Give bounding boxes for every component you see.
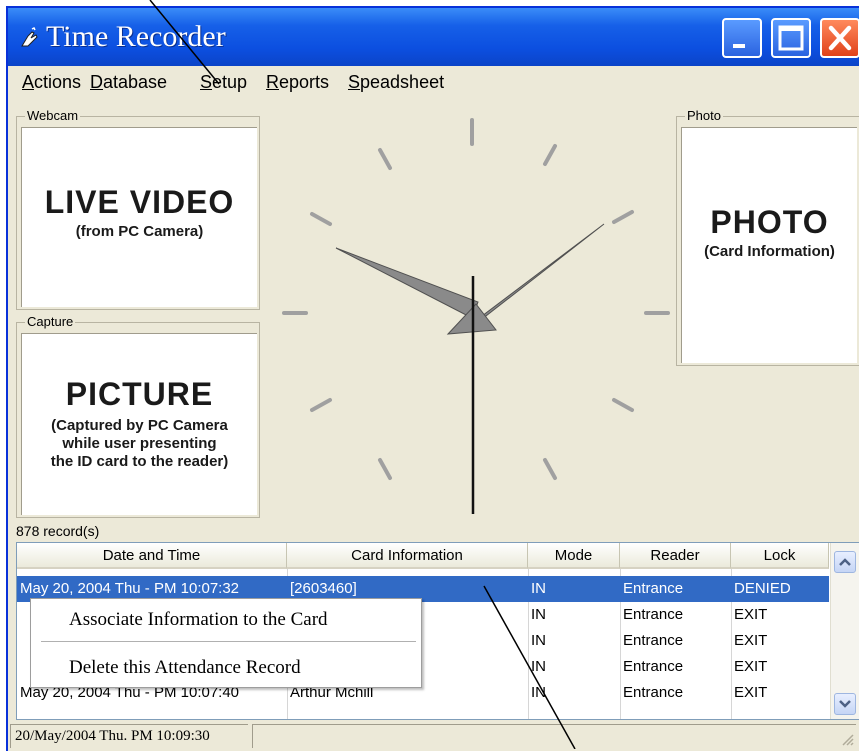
clock-ticks bbox=[282, 118, 670, 480]
menu-reports-mnemonic: R bbox=[266, 72, 279, 92]
menu-actions-rest: ctions bbox=[34, 72, 82, 92]
capture-sublabel-3: the ID card to the reader) bbox=[50, 453, 229, 470]
menu-speadsheet[interactable]: Speadsheet bbox=[348, 72, 444, 93]
close-button[interactable] bbox=[820, 18, 859, 58]
cell-lock: EXIT bbox=[734, 684, 768, 701]
column-reader[interactable]: Reader bbox=[620, 543, 731, 569]
chevron-down-icon bbox=[839, 700, 851, 708]
close-icon bbox=[828, 25, 852, 51]
capture-sublabel-2: while user presenting bbox=[62, 435, 217, 452]
resize-grip-icon[interactable] bbox=[840, 732, 854, 746]
webcam-sublabel: (from PC Camera) bbox=[75, 223, 204, 240]
menu-reports[interactable]: Reports bbox=[266, 72, 329, 93]
capture-label: PICTURE bbox=[65, 376, 214, 412]
capture-group-title: Capture bbox=[25, 314, 76, 329]
tick-8 bbox=[310, 398, 332, 412]
menu-reports-rest: eports bbox=[279, 72, 330, 92]
window-title: Time Recorder bbox=[46, 20, 226, 53]
cell-reader: Entrance bbox=[623, 632, 684, 649]
cell-reader: Entrance bbox=[623, 580, 684, 597]
photo-label: PHOTO bbox=[710, 204, 829, 240]
menu-actions[interactable]: Actions bbox=[22, 72, 81, 93]
chevron-up-icon bbox=[839, 558, 851, 566]
maximize-button[interactable] bbox=[771, 18, 811, 58]
status-bar: 20/May/2004 Thu. PM 10:09:30 bbox=[10, 724, 248, 748]
webcam-group: Webcam LIVE VIDEO (from PC Camera) bbox=[16, 108, 260, 310]
photo-group: Photo PHOTO (Card Information) bbox=[676, 108, 859, 366]
column-date-time[interactable]: Date and Time bbox=[17, 543, 287, 569]
tick-4 bbox=[612, 398, 634, 412]
minimize-icon bbox=[733, 44, 745, 48]
cell-reader: Entrance bbox=[623, 658, 684, 675]
record-count: 878 record(s) bbox=[16, 523, 100, 539]
menu-bar: Actions Database Setup Reports Speadshee… bbox=[8, 72, 859, 96]
tick-11 bbox=[378, 148, 392, 170]
hand-pointer-icon bbox=[21, 26, 38, 47]
menu-database[interactable]: Database bbox=[90, 72, 167, 93]
cell-mode: IN bbox=[531, 658, 546, 675]
title-bar[interactable]: Time Recorder bbox=[8, 8, 859, 66]
menu-database-mnemonic: D bbox=[90, 72, 103, 92]
cell-mode: IN bbox=[531, 580, 546, 597]
menu-setup[interactable]: Setup bbox=[200, 72, 247, 93]
column-card-information[interactable]: Card Information bbox=[287, 543, 528, 569]
scroll-up-button[interactable] bbox=[834, 551, 856, 573]
app-window: Time Recorder Actions Database Setup Rep… bbox=[6, 6, 859, 751]
table-header: Date and Time Card Information Mode Read… bbox=[17, 543, 829, 569]
cell-mode: IN bbox=[531, 606, 546, 623]
column-lock[interactable]: Lock bbox=[731, 543, 829, 569]
analog-clock bbox=[282, 118, 670, 514]
hour-hand bbox=[335, 247, 479, 319]
menu-speadsheet-mnemonic: S bbox=[348, 72, 361, 92]
tick-7 bbox=[378, 458, 392, 480]
photo-sublabel: (Card Information) bbox=[704, 243, 835, 260]
menu-actions-mnemonic: A bbox=[22, 72, 35, 92]
capture-group: Capture PICTURE (Captured by PC Camera w… bbox=[16, 314, 260, 518]
menu-setup-rest: etup bbox=[212, 72, 248, 92]
cell-lock: DENIED bbox=[734, 580, 791, 597]
maximize-icon bbox=[778, 25, 804, 51]
webcam-group-title: Webcam bbox=[25, 108, 81, 123]
cell-lock: EXIT bbox=[734, 632, 768, 649]
minute-hand bbox=[467, 223, 605, 331]
table-scrollbar[interactable] bbox=[830, 543, 859, 719]
menu-separator bbox=[41, 641, 416, 642]
tick-5 bbox=[543, 458, 557, 480]
tick-10 bbox=[310, 212, 332, 226]
webcam-view: LIVE VIDEO (from PC Camera) bbox=[21, 127, 257, 307]
scroll-down-button[interactable] bbox=[834, 693, 856, 715]
status-bar-panel bbox=[252, 724, 856, 748]
context-menu: Associate Information to the Card Delete… bbox=[30, 598, 422, 688]
menu-setup-mnemonic: S bbox=[200, 72, 213, 92]
column-mode[interactable]: Mode bbox=[528, 543, 620, 569]
cell-mode: IN bbox=[531, 684, 546, 701]
capture-view: PICTURE (Captured by PC Camera while use… bbox=[21, 333, 257, 515]
cell-lock: EXIT bbox=[734, 658, 768, 675]
webcam-label: LIVE VIDEO bbox=[44, 184, 235, 220]
cell-mode: IN bbox=[531, 632, 546, 649]
photo-group-title: Photo bbox=[685, 108, 723, 123]
cell-reader: Entrance bbox=[623, 684, 684, 701]
menu-associate-information[interactable]: Associate Information to the Card bbox=[69, 609, 328, 631]
cell-lock: EXIT bbox=[734, 606, 768, 623]
menu-speadsheet-rest: peadsheet bbox=[360, 72, 445, 92]
minimize-button[interactable] bbox=[722, 18, 762, 58]
menu-delete-attendance-record[interactable]: Delete this Attendance Record bbox=[69, 657, 301, 679]
tick-2 bbox=[612, 210, 634, 224]
tick-1 bbox=[543, 144, 557, 166]
menu-database-rest: atabase bbox=[103, 72, 168, 92]
capture-sublabel-1: (Captured by PC Camera bbox=[51, 417, 228, 434]
photo-view: PHOTO (Card Information) bbox=[681, 127, 857, 363]
cell-reader: Entrance bbox=[623, 606, 684, 623]
